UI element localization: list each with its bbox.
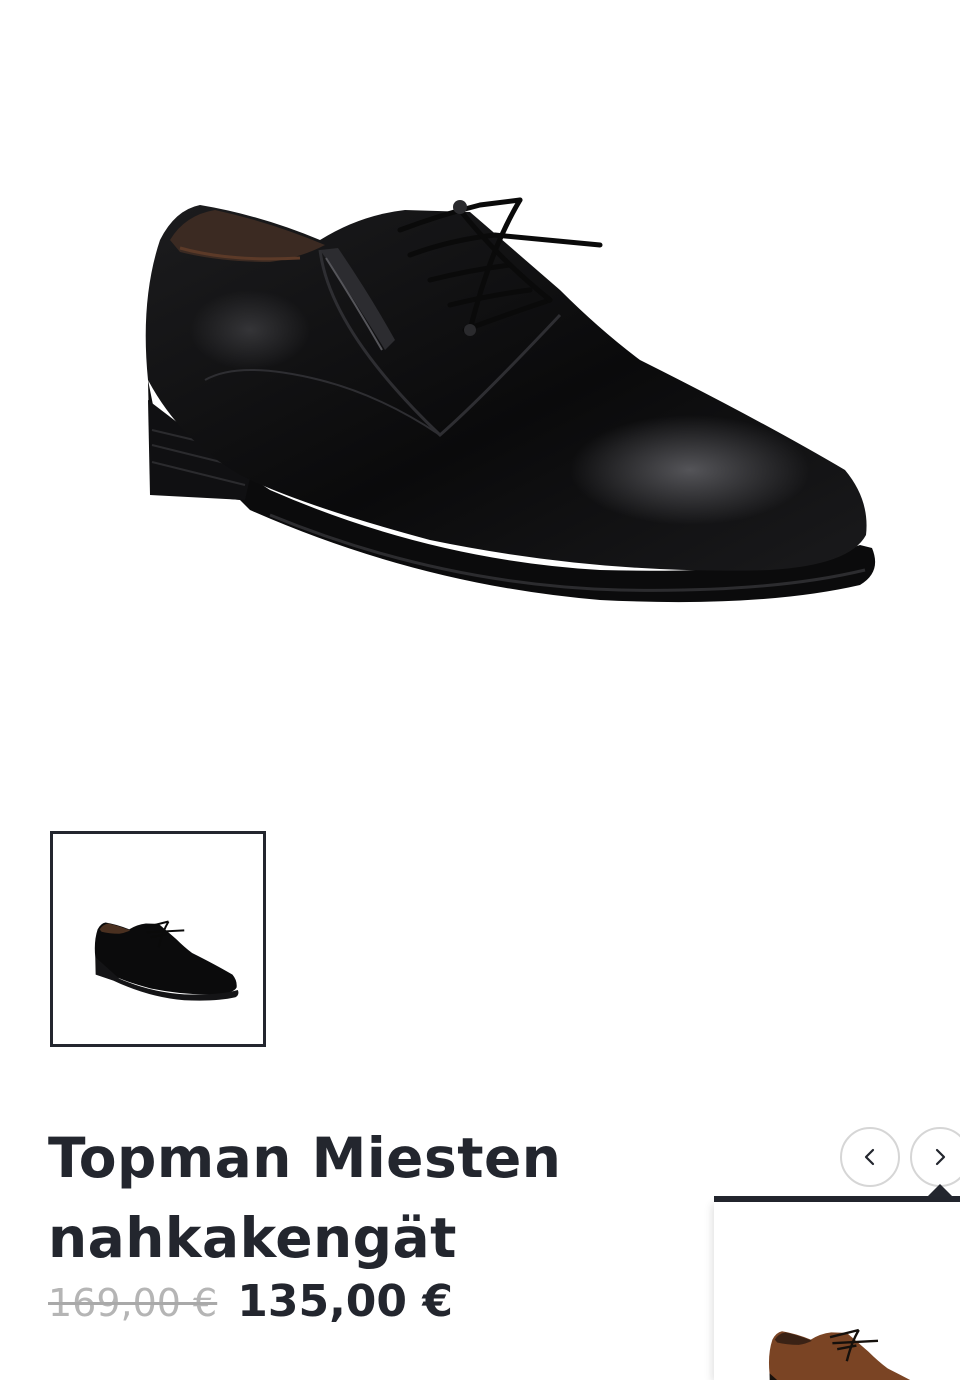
carousel-rail-notch <box>928 1184 952 1196</box>
carousel-next-button[interactable] <box>910 1127 960 1187</box>
brown-shoe-icon <box>768 1328 911 1380</box>
product-main-image[interactable] <box>0 0 960 800</box>
related-product-card[interactable] <box>714 1202 960 1380</box>
product-title-line-2: nahkakengät <box>48 1206 457 1270</box>
product-title-line-1: Topman Miesten <box>48 1126 562 1190</box>
black-shoe-thumbnail-icon <box>94 920 239 1001</box>
old-price: 169,00 € <box>48 1281 218 1325</box>
product-title: Topman Miesten nahkakengät <box>48 1118 648 1278</box>
product-thumbnail[interactable] <box>50 831 266 1047</box>
chevron-left-icon <box>864 1148 875 1166</box>
black-shoe-icon <box>145 197 876 603</box>
chevron-right-icon <box>935 1148 946 1166</box>
carousel-prev-button[interactable] <box>840 1127 900 1187</box>
price-row: 169,00 € 135,00 € <box>48 1276 453 1336</box>
current-price: 135,00 € <box>237 1276 453 1327</box>
